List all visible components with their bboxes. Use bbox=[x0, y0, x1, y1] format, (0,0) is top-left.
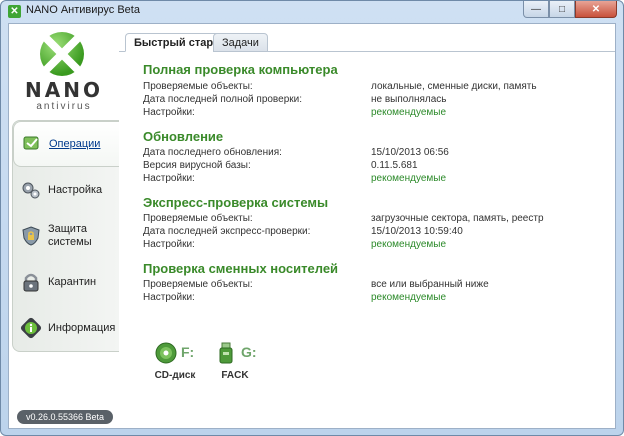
row-key: Дата последней полной проверки: bbox=[143, 94, 302, 105]
row-key: Проверяемые объекты: bbox=[143, 213, 253, 224]
row-key: Проверяемые объекты: bbox=[143, 279, 253, 290]
info-row: Дата последней полной проверки: не выпол… bbox=[143, 94, 593, 107]
logo-name: NANO bbox=[25, 78, 103, 102]
sidebar-item-information[interactable]: Информация bbox=[13, 305, 120, 351]
sidebar-item-label: Настройка bbox=[48, 183, 103, 196]
info-row: Дата последнего обновления: 15/10/2013 0… bbox=[143, 147, 593, 160]
info-row: Настройки: рекомендуемые bbox=[143, 107, 593, 120]
sidebar-item-label: Защита системы bbox=[48, 223, 92, 248]
logo-subtitle: antivirus bbox=[36, 101, 92, 112]
sidebar-nav: Операции Настройка Защита системы Карант… bbox=[12, 120, 120, 352]
row-value: 15/10/2013 06:56 bbox=[371, 147, 449, 158]
drive-letter: F: bbox=[181, 344, 195, 360]
sidebar-item-quarantine[interactable]: Карантин bbox=[13, 259, 120, 305]
window-controls: — □ ✕ bbox=[523, 1, 617, 18]
sidebar-item-label: Операции bbox=[49, 137, 101, 150]
version-badge: v0.26.0.55366 Beta bbox=[17, 410, 113, 424]
info-row: Версия вирусной базы: 0.11.5.681 bbox=[143, 160, 593, 173]
app-window: ✕ NANO Антивирус Beta — □ ✕ NANO antivir… bbox=[0, 0, 624, 436]
operations-icon bbox=[21, 133, 43, 155]
tab-tasks[interactable]: Задачи bbox=[213, 33, 268, 52]
minimize-button[interactable]: — bbox=[523, 1, 549, 18]
drive-usb[interactable]: G: FACK bbox=[207, 342, 267, 390]
section-title-express-scan[interactable]: Экспресс-проверка системы bbox=[143, 195, 328, 210]
settings-link[interactable]: рекомендуемые bbox=[371, 173, 446, 184]
settings-link[interactable]: рекомендуемые bbox=[371, 107, 446, 118]
drive-label: FACK bbox=[221, 370, 249, 381]
cd-disc-icon bbox=[155, 342, 177, 364]
sidebar: NANO antivirus Операции Настройка Защита… bbox=[9, 24, 120, 428]
nano-logo: NANO antivirus bbox=[9, 24, 119, 120]
section-title-update[interactable]: Обновление bbox=[143, 129, 223, 144]
section-title-removable-scan[interactable]: Проверка сменных носителей bbox=[143, 261, 338, 276]
row-value: 15/10/2013 10:59:40 bbox=[371, 226, 463, 237]
sidebar-item-operations[interactable]: Операции bbox=[13, 121, 120, 167]
row-key: Настройки: bbox=[143, 107, 195, 118]
settings-link[interactable]: рекомендуемые bbox=[371, 292, 446, 303]
tab-bar: Быстрый старт Задачи bbox=[119, 30, 615, 52]
usb-drive-icon bbox=[215, 342, 237, 364]
row-value: все или выбранный ниже bbox=[371, 279, 489, 290]
info-row: Настройки: рекомендуемые bbox=[143, 173, 593, 186]
info-row: Настройки: рекомендуемые bbox=[143, 292, 593, 305]
settings-link[interactable]: рекомендуемые bbox=[371, 239, 446, 250]
tab-quick-start[interactable]: Быстрый старт bbox=[125, 33, 228, 52]
settings-gears-icon bbox=[20, 179, 42, 201]
quick-start-panel: Полная проверка компьютера Проверяемые о… bbox=[119, 52, 615, 428]
quarantine-lock-icon bbox=[20, 271, 42, 293]
drive-cd[interactable]: F: CD-диск bbox=[147, 342, 207, 390]
row-value: локальные, сменные диски, память bbox=[371, 81, 537, 92]
row-value: 0.11.5.681 bbox=[371, 160, 418, 171]
row-key: Настройки: bbox=[143, 292, 195, 303]
info-row: Проверяемые объекты: локальные, сменные … bbox=[143, 81, 593, 94]
info-row: Дата последней экспресс-проверки: 15/10/… bbox=[143, 226, 593, 239]
row-key: Дата последней экспресс-проверки: bbox=[143, 226, 311, 237]
sidebar-item-settings[interactable]: Настройка bbox=[13, 167, 120, 213]
sidebar-item-protection[interactable]: Защита системы bbox=[13, 213, 120, 259]
sidebar-item-label: Информация bbox=[48, 321, 116, 334]
row-key: Настройки: bbox=[143, 239, 195, 250]
row-key: Настройки: bbox=[143, 173, 195, 184]
sidebar-item-label: Карантин bbox=[48, 275, 97, 288]
info-row: Проверяемые объекты: все или выбранный н… bbox=[143, 279, 593, 292]
nano-logo-icon bbox=[40, 32, 84, 76]
info-row: Настройки: рекомендуемые bbox=[143, 239, 593, 252]
shield-lock-icon bbox=[20, 225, 42, 247]
row-value: не выполнялась bbox=[371, 94, 447, 105]
drive-letter: G: bbox=[241, 344, 257, 360]
maximize-button[interactable]: □ bbox=[549, 1, 575, 18]
close-button[interactable]: ✕ bbox=[575, 1, 617, 18]
app-logo-icon: ✕ bbox=[8, 5, 21, 18]
section-title-full-scan[interactable]: Полная проверка компьютера bbox=[143, 62, 338, 77]
client-area: NANO antivirus Операции Настройка Защита… bbox=[8, 23, 616, 429]
window-title: NANO Антивирус Beta bbox=[26, 4, 140, 16]
title-bar: ✕ NANO Антивирус Beta — □ ✕ bbox=[1, 1, 623, 21]
info-row: Проверяемые объекты: загрузочные сектора… bbox=[143, 213, 593, 226]
drive-label: CD-диск bbox=[154, 370, 196, 381]
row-key: Версия вирусной базы: bbox=[143, 160, 251, 171]
info-icon bbox=[20, 317, 42, 339]
row-key: Проверяемые объекты: bbox=[143, 81, 253, 92]
row-key: Дата последнего обновления: bbox=[143, 147, 282, 158]
row-value: загрузочные сектора, память, реестр bbox=[371, 213, 544, 224]
